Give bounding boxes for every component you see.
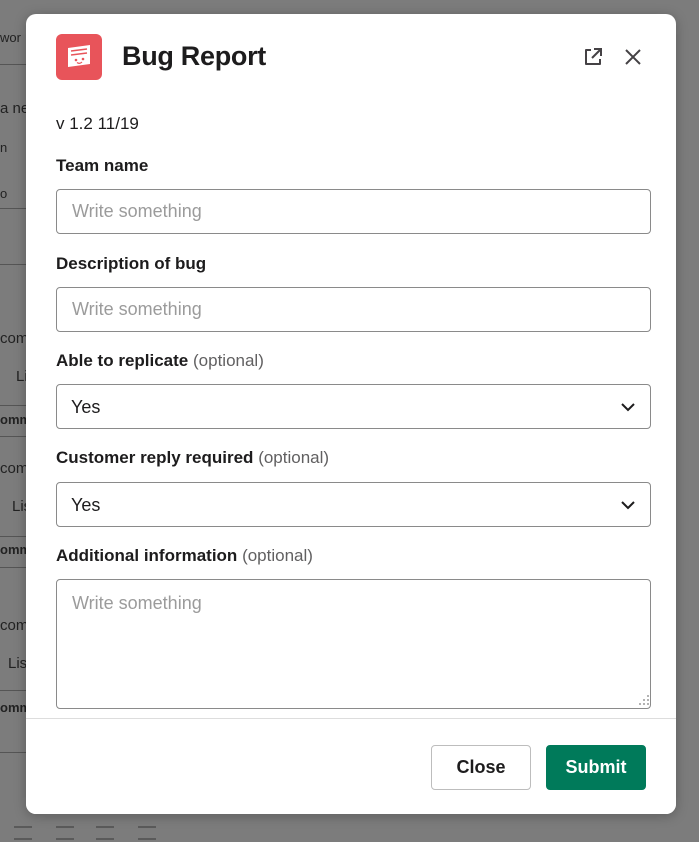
- select-value: Yes: [71, 495, 101, 515]
- additional-info-label: Additional information (optional): [56, 546, 313, 566]
- bug-report-modal: Bug Report v 1.2 11/19 Team name Descrip…: [26, 14, 676, 814]
- customer-reply-label: Customer reply required (optional): [56, 448, 329, 468]
- bg-fragment: o: [0, 186, 8, 201]
- field-label: Additional information: [56, 546, 238, 565]
- bg-fragment: com: [0, 617, 29, 634]
- chevron-down-icon: [621, 501, 635, 510]
- bg-divider: [0, 64, 26, 65]
- field-label: Able to replicate: [56, 351, 189, 370]
- bg-divider: [0, 208, 26, 209]
- additional-info-wrapper: [26, 579, 676, 709]
- submit-button[interactable]: Submit: [546, 745, 646, 790]
- bg-divider: [0, 690, 26, 691]
- bg-fragment: com: [0, 460, 29, 477]
- select-value: Yes: [71, 397, 101, 417]
- modal-footer: Close Submit: [26, 718, 676, 814]
- close-button[interactable]: Close: [431, 745, 531, 790]
- field-label: Customer reply required: [56, 448, 254, 467]
- replicate-select[interactable]: Yes: [56, 384, 651, 429]
- field-label: Team name: [56, 156, 149, 175]
- bg-fragment: Lis: [8, 655, 28, 672]
- bg-fragment: wor: [0, 30, 21, 45]
- optional-tag: (optional): [242, 546, 313, 565]
- list-icon: [14, 826, 32, 840]
- close-icon[interactable]: [620, 44, 646, 70]
- bg-divider: [0, 264, 26, 265]
- bg-divider: [0, 436, 26, 437]
- code-icon: [138, 826, 156, 840]
- external-link-icon[interactable]: [580, 44, 606, 70]
- bg-fragment: a ne: [0, 100, 30, 117]
- modal-title: Bug Report: [122, 41, 266, 71]
- version-text: v 1.2 11/19: [56, 114, 139, 133]
- bg-divider: [0, 752, 26, 753]
- chevron-down-icon: [621, 403, 635, 412]
- bg-divider: [0, 536, 26, 537]
- optional-tag: (optional): [193, 351, 264, 370]
- description-label: Description of bug: [56, 254, 206, 274]
- replicate-label: Able to replicate (optional): [56, 351, 264, 371]
- modal-header: Bug Report: [26, 14, 676, 102]
- team-name-label: Team name: [56, 156, 148, 176]
- description-input[interactable]: [56, 287, 651, 332]
- list-icon: [56, 826, 74, 840]
- bg-fragment: n: [0, 140, 8, 155]
- field-label: Description of bug: [56, 254, 207, 273]
- customer-reply-select[interactable]: Yes: [56, 482, 651, 527]
- bg-divider: [0, 405, 26, 406]
- app-logo-icon: [56, 34, 102, 80]
- bg-divider: [0, 567, 26, 568]
- resize-handle-icon[interactable]: [638, 694, 650, 706]
- bg-fragment: com: [0, 330, 29, 347]
- additional-info-textarea[interactable]: [56, 579, 651, 709]
- list-icon: [96, 826, 114, 840]
- optional-tag: (optional): [258, 448, 330, 467]
- team-name-input[interactable]: [56, 189, 651, 234]
